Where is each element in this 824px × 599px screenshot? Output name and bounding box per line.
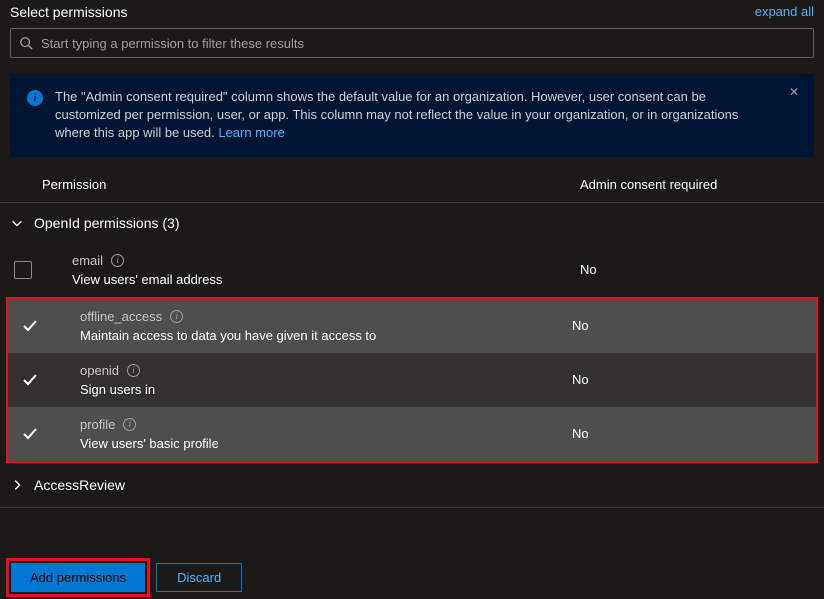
info-icon[interactable] [111,254,124,267]
group-openid-permissions[interactable]: OpenId permissions (3) [0,203,824,243]
checkmark-icon[interactable] [22,318,38,334]
permission-desc: View users' basic profile [80,436,572,451]
chevron-down-icon [10,216,24,230]
expand-all-link[interactable]: expand all [755,4,814,19]
permission-row-openid[interactable]: openid Sign users in No [8,353,816,407]
info-icon [27,90,43,106]
permission-row-offline-access[interactable]: offline_access Maintain access to data y… [8,299,816,353]
table-header: Permission Admin consent required [0,157,824,203]
group-label: OpenId permissions (3) [34,215,180,231]
discard-button[interactable]: Discard [156,563,242,592]
permission-desc: View users' email address [72,272,580,287]
search-icon [19,36,33,50]
permission-desc: Maintain access to data you have given i… [80,328,572,343]
highlight-annotation: Add permissions [6,558,150,597]
admin-consent-value: No [580,262,814,277]
group-access-review[interactable]: AccessReview [0,463,824,508]
admin-consent-value: No [572,318,806,333]
permission-name: email [72,253,103,268]
permission-row-email[interactable]: email View users' email address No [0,243,824,297]
column-header-permission: Permission [10,177,580,192]
admin-consent-value: No [572,426,806,441]
permission-name: profile [80,417,115,432]
page-title: Select permissions [10,4,128,20]
checkmark-icon[interactable] [22,426,38,442]
info-icon[interactable] [127,364,140,377]
permission-row-profile[interactable]: profile View users' basic profile No [8,407,816,461]
info-banner-text: The "Admin consent required" column show… [55,88,774,143]
permission-name: openid [80,363,119,378]
close-icon[interactable] [786,84,802,100]
info-banner: The "Admin consent required" column show… [10,74,814,157]
info-banner-message: The "Admin consent required" column show… [55,89,738,140]
chevron-right-icon [10,478,24,492]
checkbox-email[interactable] [14,261,32,279]
checkmark-icon[interactable] [22,372,38,388]
highlight-annotation: offline_access Maintain access to data y… [6,297,818,463]
search-input[interactable] [41,36,805,51]
permission-name: offline_access [80,309,162,324]
info-icon[interactable] [123,418,136,431]
add-permissions-button[interactable]: Add permissions [11,563,145,592]
column-header-admin: Admin consent required [580,177,814,192]
permission-desc: Sign users in [80,382,572,397]
learn-more-link[interactable]: Learn more [218,125,284,140]
search-box[interactable] [10,28,814,58]
admin-consent-value: No [572,372,806,387]
info-icon[interactable] [170,310,183,323]
footer-actions: Add permissions Discard [0,558,248,597]
group-label: AccessReview [34,477,125,493]
